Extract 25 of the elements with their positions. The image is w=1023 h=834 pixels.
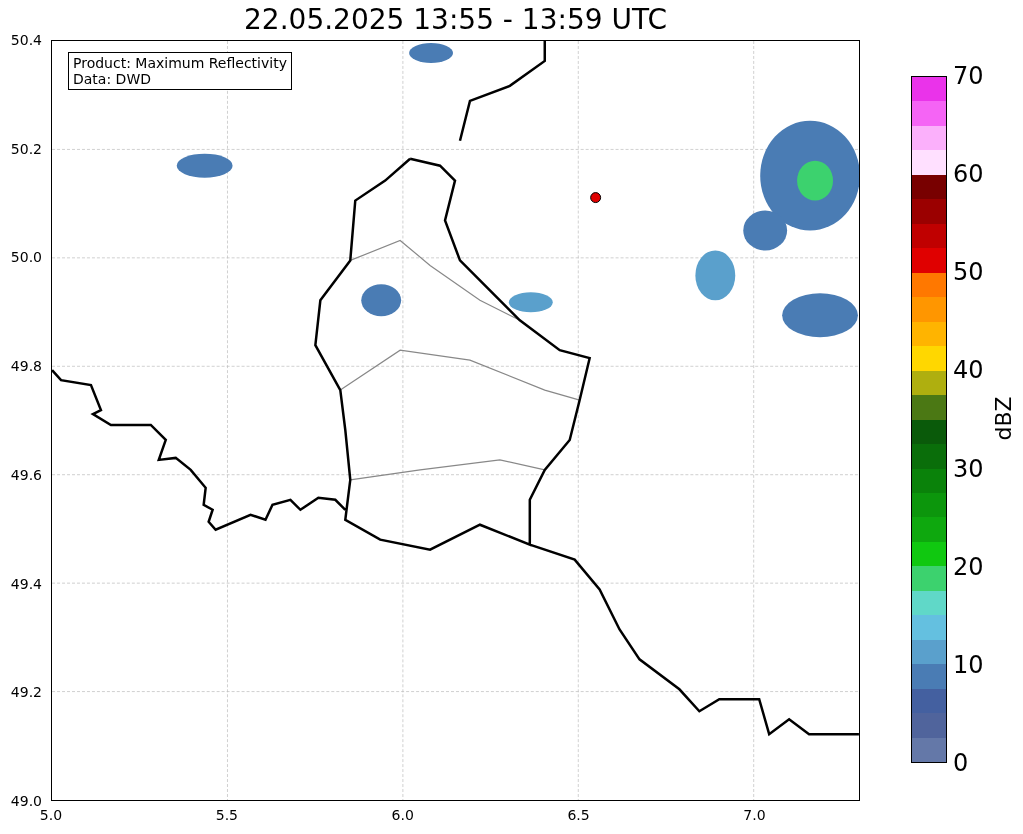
axis-tick-label: 49.2	[10, 684, 42, 701]
colorbar-tick-label: 0	[953, 750, 969, 776]
axis-tick-label: 6.5	[567, 807, 590, 823]
axis-tick-label: 7.0	[743, 807, 766, 823]
axis-tick-label: 6.0	[391, 807, 414, 823]
axis-tick-label: 50.0	[10, 249, 42, 266]
colorbar-tick-label: 70	[953, 63, 984, 89]
colorbar-tick-label: 40	[953, 357, 984, 384]
axis-tick-label: 49.6	[10, 466, 42, 483]
colorbar-tick-label: 20	[953, 553, 984, 580]
axis-tick-label: 5.5	[215, 807, 238, 823]
colorbar-tick-label: 10	[953, 651, 984, 678]
legend-text: Product: Maximum Reflectivity	[73, 55, 287, 71]
axis-tick-label: 50.4	[10, 32, 42, 48]
colorbar-tick-label: 30	[953, 455, 984, 482]
chart-title: 22.05.2025 13:55 - 13:59 UTC	[243, 2, 668, 38]
axis-tick-label: 49.0	[10, 793, 42, 809]
axis-tick-label: 49.4	[10, 575, 42, 592]
axis-tick-label: 5.0	[39, 807, 63, 823]
axis-tick-label: 50.2	[10, 140, 42, 157]
axis-tick-label: 49.8	[10, 358, 42, 375]
colorbar-tick-label: 60	[953, 161, 984, 188]
colorbar-label: dBZ	[990, 396, 1016, 441]
colorbar-tick-label: 50	[953, 259, 984, 286]
legend-text: Data: DWD	[73, 71, 152, 87]
